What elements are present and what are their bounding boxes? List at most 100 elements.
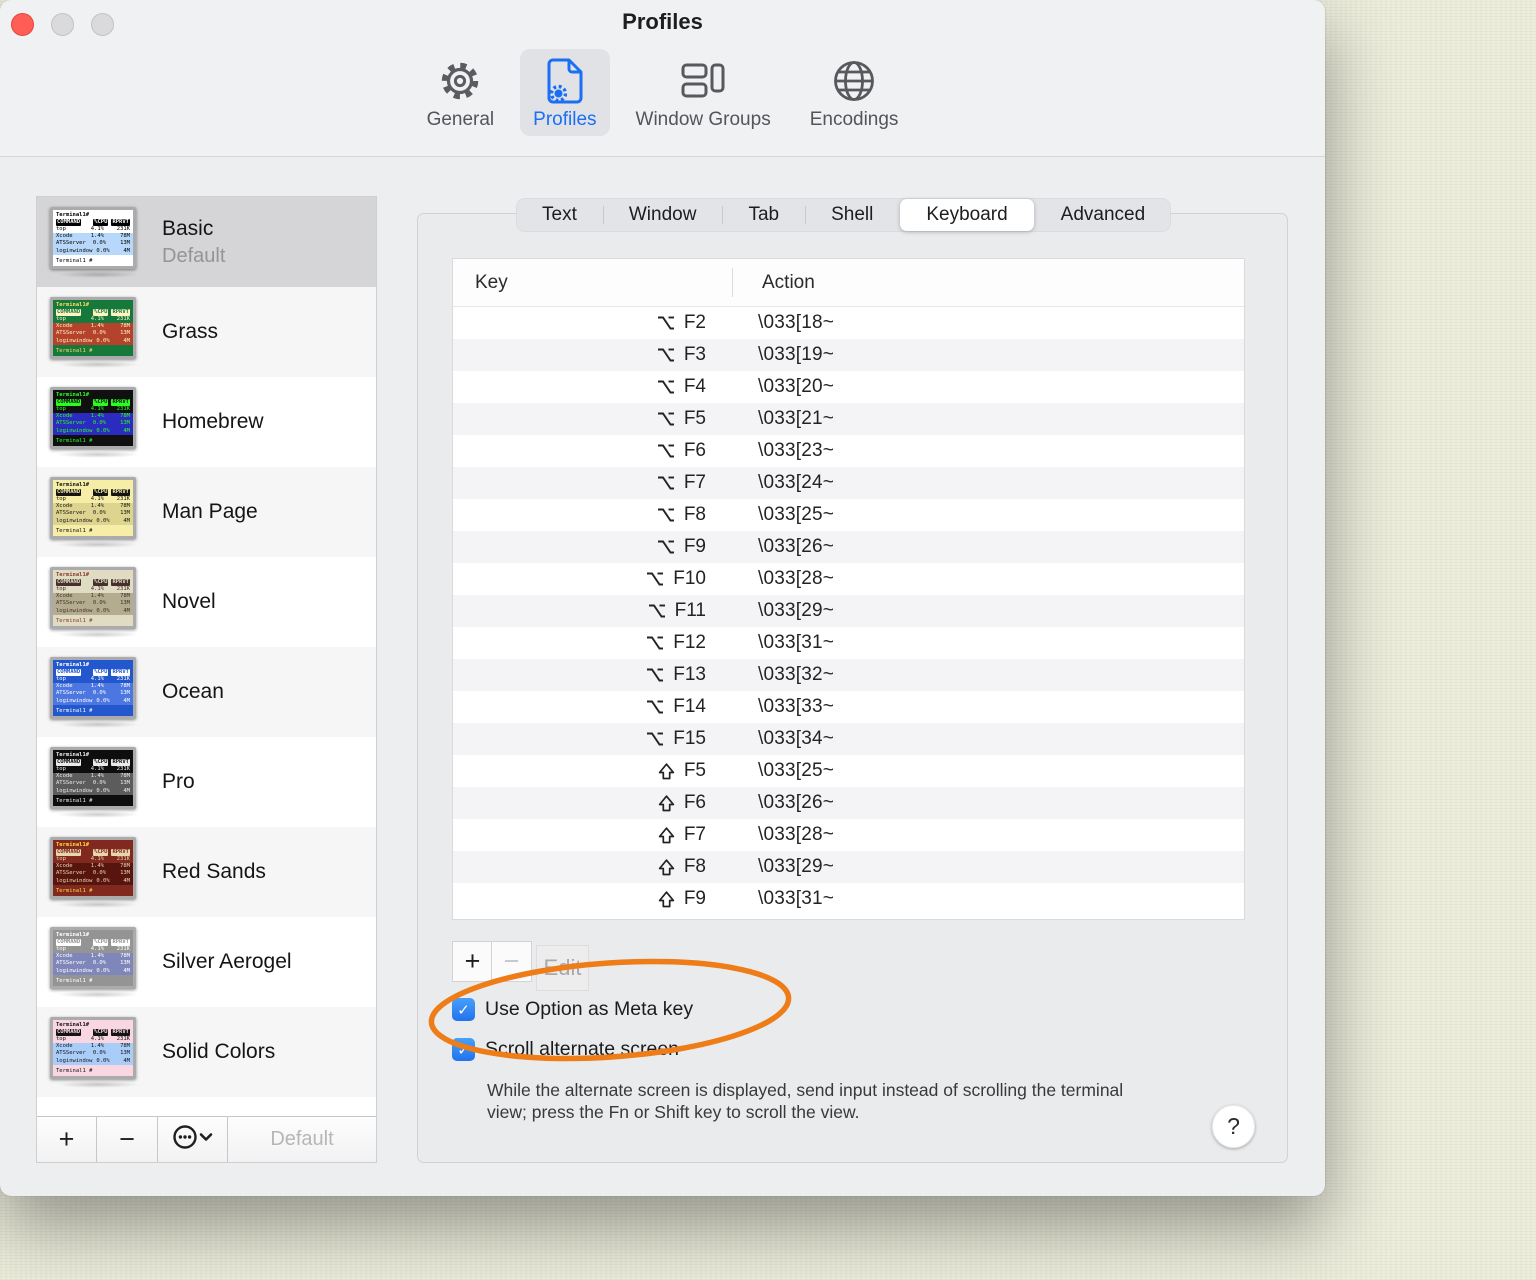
remove-profile-button[interactable]: − bbox=[97, 1117, 158, 1162]
titlebar: Profiles General Profiles Window Groups Enc… bbox=[0, 0, 1325, 157]
process-name: Xcode bbox=[56, 1043, 73, 1050]
process-cpu: 1.4% bbox=[90, 1043, 104, 1050]
toolbar-item-encodings[interactable]: Encodings bbox=[797, 49, 912, 136]
profile-thumbnail: Terminal1# COMMAND %CPU RPRVT top 4.1% 231K Xco… bbox=[50, 836, 150, 908]
table-row[interactable]: F15 \033[34~ bbox=[453, 723, 1244, 755]
tab-window[interactable]: Window bbox=[602, 198, 723, 232]
table-row[interactable]: F8 \033[29~ bbox=[453, 851, 1244, 883]
process-name: Xcode bbox=[56, 503, 73, 510]
process-cpu: 1.4% bbox=[90, 863, 104, 870]
profile-row-silver-aerogel[interactable]: Terminal1# COMMAND %CPU RPRVT top 4.1% 231K Xco… bbox=[37, 917, 376, 1007]
table-row[interactable]: F10 \033[28~ bbox=[453, 563, 1244, 595]
tab-tab[interactable]: Tab bbox=[722, 198, 805, 232]
process-mem: 13M bbox=[120, 960, 130, 967]
thumb-title-text: Terminal1# bbox=[56, 1021, 90, 1028]
process-cpu: 0.0% bbox=[96, 877, 110, 884]
thumb-header-chip: %CPU bbox=[93, 1028, 109, 1036]
table-row[interactable]: F4 \033[20~ bbox=[453, 371, 1244, 403]
add-key-mapping-button[interactable]: + bbox=[452, 941, 493, 982]
thumb-prompt-text: Terminal1 # bbox=[56, 617, 93, 624]
table-row[interactable]: F9 \033[26~ bbox=[453, 531, 1244, 563]
profile-row-basic[interactable]: Terminal1# COMMAND %CPU RPRVT top 4.1% 231K Xco… bbox=[37, 197, 376, 287]
profile-row-novel[interactable]: Terminal1# COMMAND %CPU RPRVT top 4.1% 231K Xco… bbox=[37, 557, 376, 647]
table-body: F2 \033[18~ F3 \033[19~ F4 \033[20~ F5 \033[21~… bbox=[453, 307, 1244, 915]
action-cell: \033[20~ bbox=[758, 376, 835, 397]
process-cpu: 0.0% bbox=[96, 247, 110, 254]
table-row[interactable]: F11 \033[29~ bbox=[453, 595, 1244, 627]
process-cpu: 1.4% bbox=[90, 503, 104, 510]
process-cpu: 1.4% bbox=[90, 323, 104, 330]
table-row[interactable]: F12 \033[31~ bbox=[453, 627, 1244, 659]
help-button[interactable]: ? bbox=[1212, 1105, 1255, 1148]
profile-row-ocean[interactable]: Terminal1# COMMAND %CPU RPRVT top 4.1% 231K Xco… bbox=[37, 647, 376, 737]
default-profile-button[interactable]: Default bbox=[228, 1117, 376, 1162]
process-name: loginwindow bbox=[56, 787, 93, 794]
profile-subtitle: Default bbox=[162, 244, 226, 267]
toolbar-item-profiles[interactable]: Profiles bbox=[520, 49, 610, 136]
option-key-icon bbox=[657, 347, 675, 363]
tab-advanced[interactable]: Advanced bbox=[1035, 198, 1172, 232]
thumb-header-chip: %CPU bbox=[93, 938, 109, 946]
alternate-screen-help-text: While the alternate screen is displayed,… bbox=[487, 1080, 1124, 1122]
key-cell: F12 bbox=[453, 632, 732, 654]
table-row[interactable]: F6 \033[23~ bbox=[453, 435, 1244, 467]
profile-thumbnail: Terminal1# COMMAND %CPU RPRVT top 4.1% 231K Xco… bbox=[50, 296, 150, 368]
profile-row-grass[interactable]: Terminal1# COMMAND %CPU RPRVT top 4.1% 231K Xco… bbox=[37, 287, 376, 377]
process-cpu: 0.0% bbox=[96, 1057, 110, 1064]
table-row[interactable]: F7 \033[28~ bbox=[453, 819, 1244, 851]
profile-text: Novel bbox=[162, 590, 216, 614]
checkbox-checked-icon[interactable]: ✓ bbox=[452, 1038, 475, 1061]
thumb-header-row: COMMAND %CPU RPRVT bbox=[53, 308, 133, 316]
table-row[interactable]: F9 \033[31~ bbox=[453, 883, 1244, 915]
table-row[interactable]: F5 \033[21~ bbox=[453, 403, 1244, 435]
key-cell: F8 bbox=[453, 504, 732, 526]
key-cell: F15 bbox=[453, 728, 732, 750]
keyboard-shortcut-table: Key Action F2 \033[18~ F3 \033[19~ F4 \033[20… bbox=[452, 258, 1245, 920]
toolbar-item-general[interactable]: General bbox=[414, 49, 508, 136]
profile-row-man-page[interactable]: Terminal1# COMMAND %CPU RPRVT top 4.1% 231K Xco… bbox=[37, 467, 376, 557]
table-row[interactable]: F2 \033[18~ bbox=[453, 307, 1244, 339]
process-cpu: 0.0% bbox=[96, 607, 110, 614]
tab-shell[interactable]: Shell bbox=[805, 198, 899, 232]
process-name: ATSServer bbox=[56, 600, 86, 607]
profile-row-red-sands[interactable]: Terminal1# COMMAND %CPU RPRVT top 4.1% 231K Xco… bbox=[37, 827, 376, 917]
table-row[interactable]: F14 \033[33~ bbox=[453, 691, 1244, 723]
remove-key-mapping-button[interactable]: − bbox=[491, 941, 532, 982]
use-option-as-meta-checkbox-row[interactable]: ✓ Use Option as Meta key bbox=[452, 998, 693, 1021]
table-row[interactable]: F13 \033[32~ bbox=[453, 659, 1244, 691]
table-row[interactable]: F8 \033[25~ bbox=[453, 499, 1244, 531]
toolbar-item-window-groups[interactable]: Window Groups bbox=[623, 49, 784, 136]
tab-keyboard[interactable]: Keyboard bbox=[900, 199, 1034, 231]
process-cpu: 1.4% bbox=[90, 953, 104, 960]
terminal-preview-image: Terminal1# COMMAND %CPU RPRVT top 4.1% 231K Xco… bbox=[50, 836, 136, 899]
add-profile-button[interactable]: + bbox=[37, 1117, 97, 1162]
edit-key-mapping-button[interactable]: Edit bbox=[536, 945, 589, 991]
key-cell: F10 bbox=[453, 568, 732, 590]
table-row[interactable]: F6 \033[26~ bbox=[453, 787, 1244, 819]
profile-name: Silver Aerogel bbox=[162, 950, 292, 973]
table-row[interactable]: F7 \033[24~ bbox=[453, 467, 1244, 499]
table-row[interactable]: F3 \033[19~ bbox=[453, 339, 1244, 371]
scroll-alternate-screen-checkbox-row[interactable]: ✓ Scroll alternate screen bbox=[452, 1038, 679, 1061]
key-label: F6 bbox=[683, 792, 706, 813]
profile-row-homebrew[interactable]: Terminal1# COMMAND %CPU RPRVT top 4.1% 231K Xco… bbox=[37, 377, 376, 467]
tab-text[interactable]: Text bbox=[516, 198, 603, 232]
terminal-preview-image: Terminal1# COMMAND %CPU RPRVT top 4.1% 231K Xco… bbox=[50, 296, 136, 359]
thumb-process-row: loginwindow 0.0% 4M bbox=[53, 427, 133, 435]
table-row[interactable]: F5 \033[25~ bbox=[453, 755, 1244, 787]
process-cpu: 4.1% bbox=[90, 675, 104, 682]
thumb-prompt-text: Terminal1 # bbox=[56, 887, 93, 894]
checkbox-checked-icon[interactable]: ✓ bbox=[452, 998, 475, 1021]
key-label: F14 bbox=[673, 696, 706, 717]
profile-row-solid-colors[interactable]: Terminal1# COMMAND %CPU RPRVT top 4.1% 231K Xco… bbox=[37, 1007, 376, 1097]
process-mem: 78M bbox=[120, 773, 130, 780]
profile-text: Solid Colors bbox=[162, 1040, 275, 1064]
profile-text: Ocean bbox=[162, 680, 224, 704]
profile-row-pro[interactable]: Terminal1# COMMAND %CPU RPRVT top 4.1% 231K Xco… bbox=[37, 737, 376, 827]
more-options-button[interactable] bbox=[158, 1117, 228, 1162]
process-cpu: 0.0% bbox=[92, 960, 107, 967]
thumb-title-text: Terminal1# bbox=[56, 211, 90, 218]
document-gear-icon bbox=[545, 55, 585, 107]
option-key-icon bbox=[648, 603, 666, 619]
thumb-process-row: ATSServer 0.0% 13M bbox=[53, 330, 133, 338]
